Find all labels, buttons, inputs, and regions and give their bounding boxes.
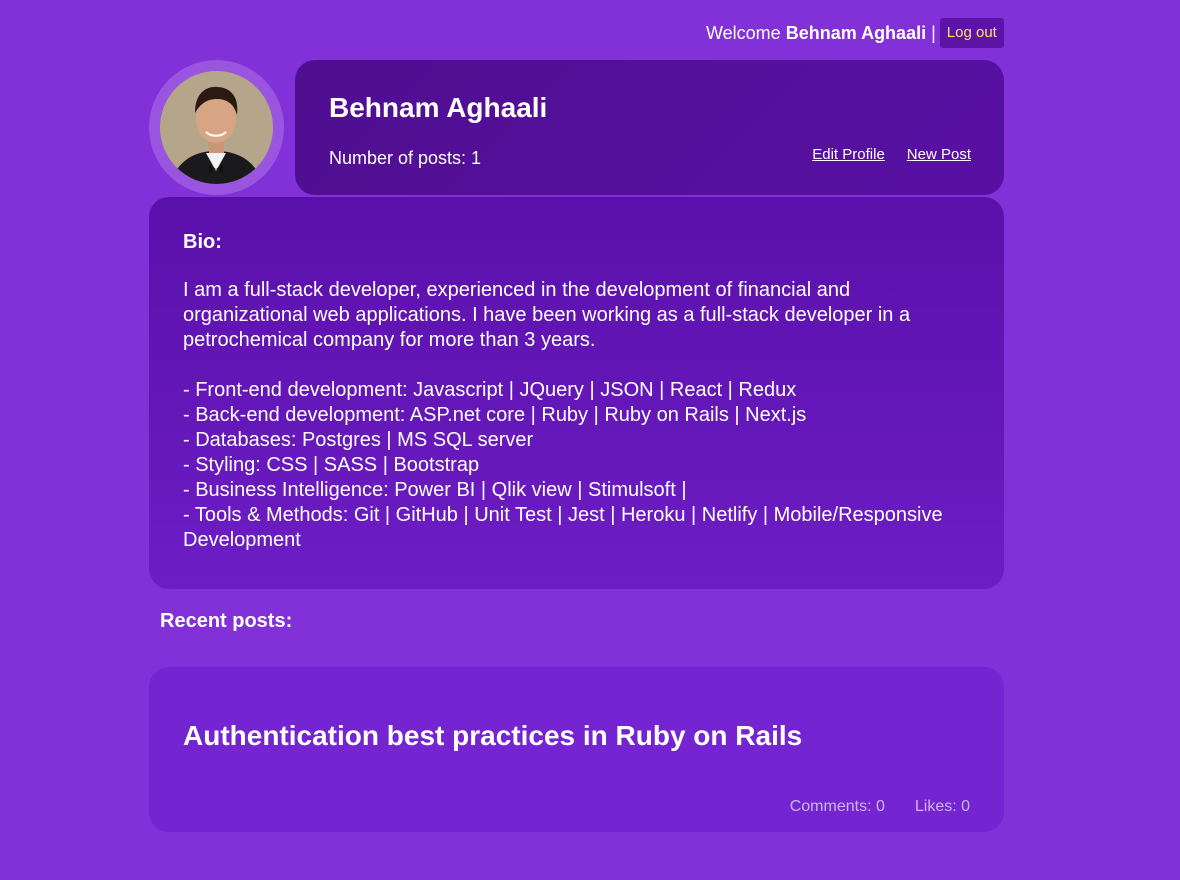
bio-skill-item: - Business Intelligence: Power BI | Qlik… (183, 479, 687, 501)
new-post-link[interactable]: New Post (907, 146, 971, 163)
bio-skills-list: - Front-end development: Javascript | JQ… (183, 378, 970, 553)
bio-skill-item: - Back-end development: ASP.net core | R… (183, 404, 807, 426)
profile-actions: Edit Profile New Post (790, 146, 971, 163)
bio-skill-item: - Front-end development: Javascript | JQ… (183, 379, 797, 401)
profile-header-card: Behnam Aghaali Number of posts: 1 Edit P… (295, 60, 1004, 195)
profile-name: Behnam Aghaali (329, 92, 548, 123)
bio-card: Bio: I am a full-stack developer, experi… (149, 197, 1004, 589)
post-card[interactable]: Authentication best practices in Ruby on… (149, 667, 1004, 832)
bio-skill-item: - Tools & Methods: Git | GitHub | Unit T… (183, 504, 943, 551)
bio-intro: I am a full-stack developer, experienced… (183, 279, 911, 351)
avatar (160, 71, 273, 184)
post-comments-count: Comments: 0 (789, 798, 885, 815)
recent-posts-title: Recent posts: (160, 610, 293, 632)
logout-button[interactable]: Log out (939, 18, 1004, 48)
welcome-text: Welcome (706, 22, 781, 43)
topbar-separator: | (931, 22, 936, 43)
post-stats: Comments: 0 Likes: 0 (790, 798, 970, 816)
post-title[interactable]: Authentication best practices in Ruby on… (183, 720, 802, 752)
avatar-ring (149, 60, 284, 195)
avatar-photo (160, 71, 273, 184)
edit-profile-link[interactable]: Edit Profile (812, 146, 885, 163)
post-likes-count: Likes: 0 (914, 798, 970, 815)
posts-count: Number of posts: 1 (329, 148, 482, 168)
bio-skill-item: - Styling: CSS | SASS | Bootstrap (183, 454, 480, 476)
bio-skill-item: - Databases: Postgres | MS SQL server (183, 429, 534, 451)
bio-title: Bio: (183, 231, 222, 253)
current-user-name: Behnam Aghaali (785, 22, 927, 43)
topbar: Welcome Behnam Aghaali | Log out (706, 18, 1004, 48)
